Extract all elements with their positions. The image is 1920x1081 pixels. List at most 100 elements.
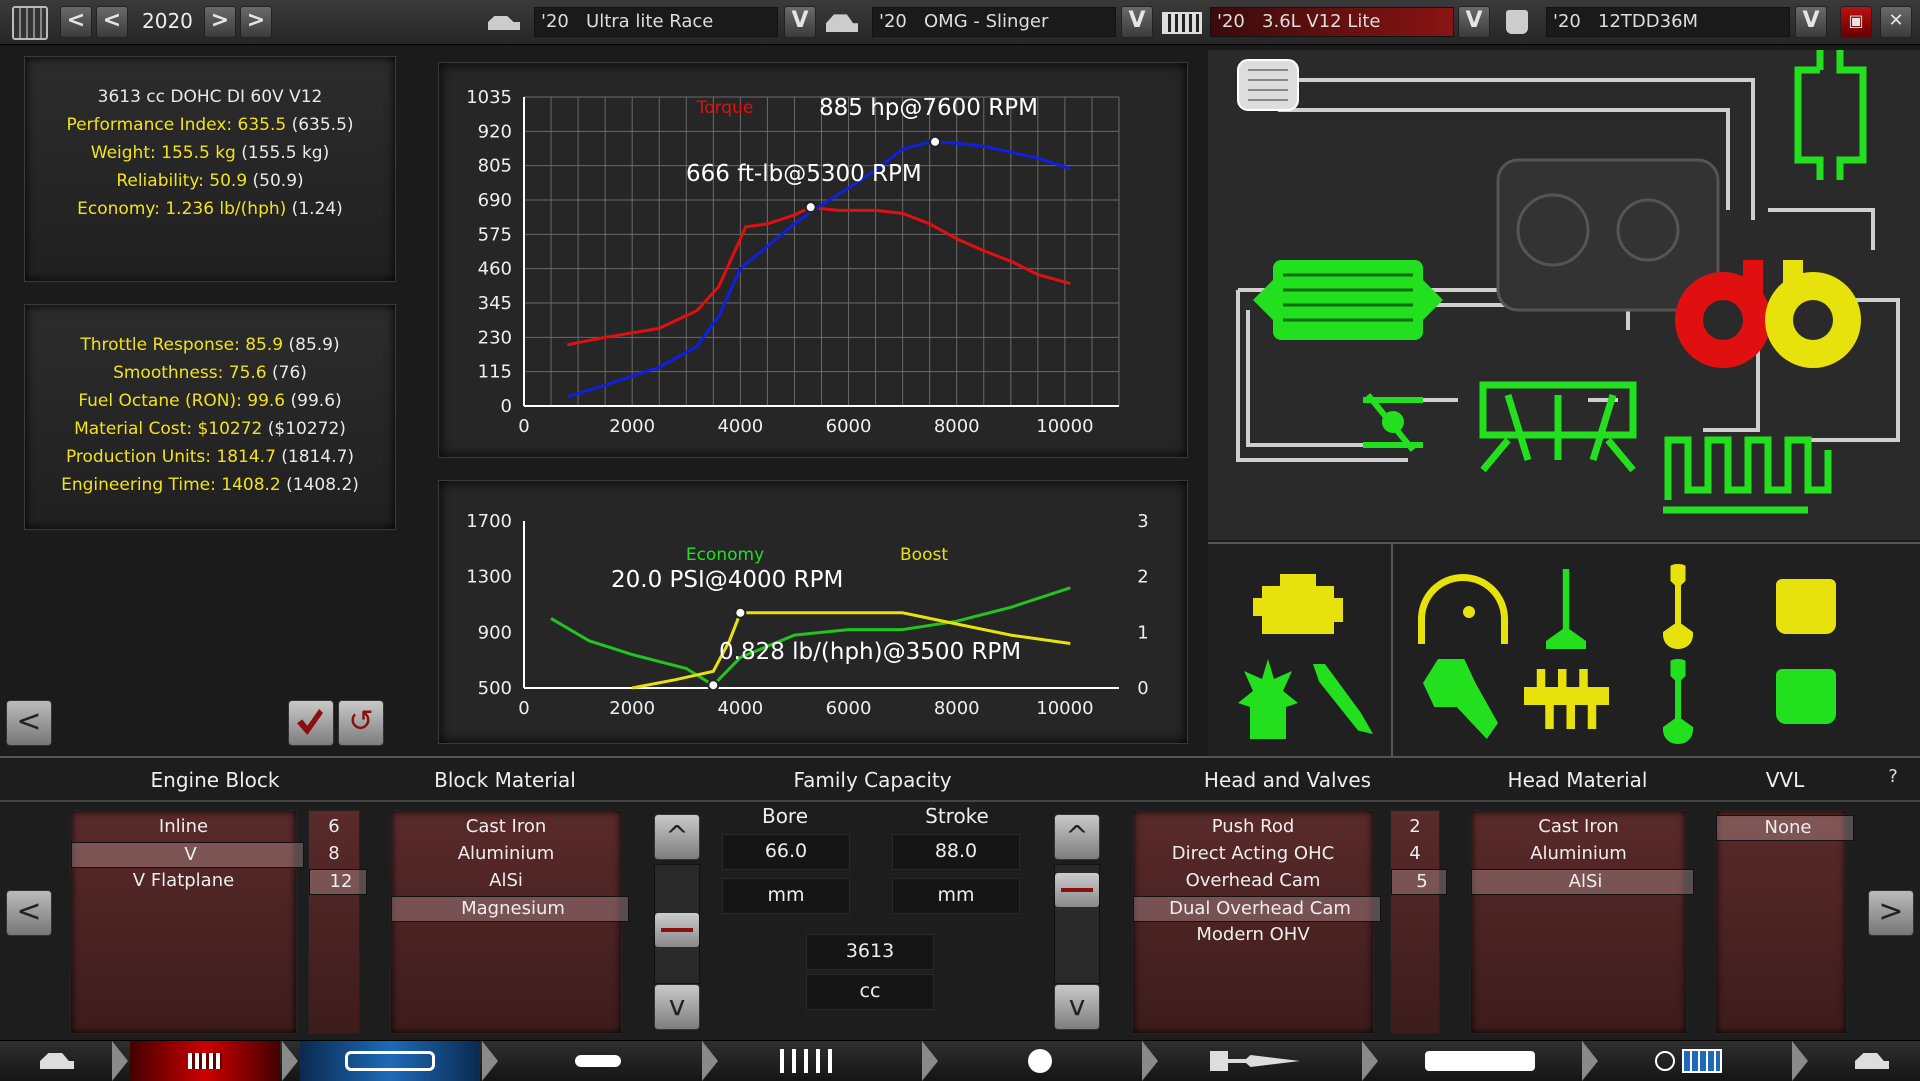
engine-dropdown-button[interactable]: V — [1458, 6, 1490, 38]
fist-wrench-icon[interactable] — [1423, 659, 1498, 739]
engine-select[interactable]: '20 3.6L V12 Lite — [1210, 7, 1454, 37]
year-next-button[interactable]: > — [204, 6, 236, 38]
y-tick-label: 575 — [478, 224, 512, 245]
list-item[interactable]: Magnesium — [391, 896, 629, 922]
nav-tab-exhaust[interactable] — [1380, 1041, 1580, 1081]
economy-boost-chart-panel: 0 2000 4000 6000 8000 10000 500 900 1300 1700 0 1 2 3… — [438, 480, 1188, 744]
stroke-value[interactable]: 88.0 — [892, 834, 1020, 870]
variant-dropdown-button[interactable]: V — [1795, 6, 1827, 38]
engine-block-icon — [1162, 12, 1202, 34]
bore-unit: mm — [722, 878, 850, 914]
car-model-dropdown-button[interactable]: V — [784, 6, 816, 38]
trim-select[interactable]: '20 OMG - Slinger — [872, 7, 1116, 37]
nav-tab-bottom-end[interactable] — [500, 1041, 700, 1081]
engine-ghost-outline — [1496, 158, 1720, 312]
stroke-up-button[interactable]: ^ — [1054, 814, 1100, 860]
damage-cylinder-icon[interactable] — [1238, 659, 1298, 739]
undo-button[interactable]: ↺ — [338, 700, 384, 746]
list-item[interactable]: Direct Acting OHC — [1133, 842, 1373, 866]
list-item[interactable]: 4 — [1391, 842, 1439, 866]
head-material-list: Cast Iron Aluminium AlSi — [1470, 810, 1694, 1034]
list-item[interactable]: Dual Overhead Cam — [1133, 896, 1381, 922]
year-prev-prev-button[interactable]: < — [60, 6, 92, 38]
wrench-screwdriver-icon[interactable] — [1313, 664, 1373, 734]
save-icon[interactable]: ▣ — [1840, 6, 1872, 38]
year-next-next-button[interactable]: > — [240, 6, 272, 38]
nav-tab-aspiration[interactable] — [940, 1041, 1140, 1081]
list-item[interactable]: Cast Iron — [1471, 815, 1686, 839]
engine-block-icon — [188, 1053, 222, 1069]
nav-tab-car[interactable] — [0, 1041, 110, 1081]
list-item[interactable]: 8 — [309, 842, 359, 866]
bore-slider-handle[interactable] — [655, 913, 699, 947]
list-item[interactable]: V — [71, 842, 304, 868]
needle-icon — [1463, 606, 1475, 618]
gauge-icon — [1655, 1051, 1675, 1071]
list-item[interactable]: 2 — [1391, 815, 1439, 839]
camshaft-icon[interactable] — [1524, 669, 1609, 729]
y-tick-label: 460 — [478, 259, 512, 280]
list-item[interactable]: Modern OHV — [1133, 923, 1373, 947]
list-item[interactable]: AlSi — [391, 869, 621, 893]
legend-economy: Economy — [686, 545, 764, 565]
nav-tab-crank[interactable] — [300, 1041, 480, 1081]
stroke-slider[interactable] — [1054, 864, 1100, 984]
list-item[interactable]: V Flatplane — [71, 869, 296, 893]
help-button[interactable]: ? — [1880, 766, 1906, 792]
list-item[interactable]: 6 — [309, 815, 359, 839]
nav-tab-block[interactable] — [130, 1041, 280, 1081]
grid-chart-icon — [1682, 1049, 1722, 1073]
nav-tab-export[interactable] — [1810, 1041, 1920, 1081]
y-tick-label: 920 — [478, 121, 512, 142]
list-item[interactable]: AlSi — [1471, 869, 1694, 895]
y-tick-label: 900 — [478, 622, 512, 643]
valve-icon[interactable] — [1546, 569, 1586, 649]
x-tick-label: 8000 — [934, 416, 980, 437]
x-tick-label: 10000 — [1036, 416, 1093, 437]
test-dyno-button[interactable] — [288, 700, 334, 746]
y-tick-label: 690 — [478, 190, 512, 211]
y-tick-label: 1700 — [466, 511, 512, 532]
nav-chevron — [702, 1041, 718, 1081]
variant-select[interactable]: '20 12TDD36M — [1546, 7, 1790, 37]
car-model-select[interactable]: '20 Ultra lite Race — [534, 7, 778, 37]
bore-value[interactable]: 66.0 — [722, 834, 850, 870]
x-tick-label: 10000 — [1036, 698, 1093, 719]
list-item[interactable]: Overhead Cam — [1133, 869, 1373, 893]
torque-power-chart: 0 2000 4000 6000 8000 10000 0 115 230 345 460 575 69… — [466, 87, 1120, 437]
nav-tab-test[interactable] — [1600, 1041, 1790, 1081]
crank-icon — [345, 1051, 435, 1071]
stroke-down-button[interactable]: v — [1054, 984, 1100, 1030]
list-item[interactable]: None — [1716, 815, 1854, 841]
list-item[interactable]: Inline — [71, 815, 296, 839]
nav-tab-fuel[interactable] — [1160, 1041, 1360, 1081]
list-item[interactable]: Aluminium — [391, 842, 621, 866]
piston-yellow-icon[interactable] — [1776, 579, 1836, 634]
list-item[interactable]: 5 — [1391, 869, 1447, 895]
bore-down-button[interactable]: v — [654, 984, 700, 1030]
stroke-slider-handle[interactable] — [1055, 873, 1099, 907]
close-button[interactable]: ✕ — [1880, 6, 1912, 38]
connecting-rod-green-icon[interactable] — [1663, 659, 1693, 744]
back-button[interactable]: < — [6, 700, 52, 746]
y-right-tick-label: 2 — [1137, 567, 1148, 588]
config-prev-button[interactable]: < — [6, 890, 52, 936]
connecting-rod-yellow-icon[interactable] — [1663, 564, 1693, 649]
engine-block-title: Engine Block — [150, 768, 280, 792]
list-item[interactable]: 12 — [309, 869, 367, 895]
valves-per-cylinder-list: 2 4 5 — [1390, 810, 1447, 1034]
trim-dropdown-button[interactable]: V — [1121, 6, 1153, 38]
list-item[interactable]: Push Rod — [1133, 815, 1373, 839]
calendar-icon[interactable] — [12, 6, 48, 40]
check-engine-icon[interactable] — [1253, 574, 1343, 634]
piston-green-icon[interactable] — [1776, 669, 1836, 724]
list-item[interactable]: Cast Iron — [391, 815, 621, 839]
bore-up-button[interactable]: ^ — [654, 814, 700, 860]
block-material-list: Cast Iron Aluminium AlSi Magnesium — [390, 810, 629, 1034]
bore-slider[interactable] — [654, 864, 700, 984]
tachometer-icon[interactable] — [1418, 574, 1508, 644]
list-item[interactable]: Aluminium — [1471, 842, 1686, 866]
year-prev-button[interactable]: < — [96, 6, 128, 38]
config-next-button[interactable]: > — [1868, 890, 1914, 936]
nav-tab-top-end[interactable] — [720, 1041, 920, 1081]
